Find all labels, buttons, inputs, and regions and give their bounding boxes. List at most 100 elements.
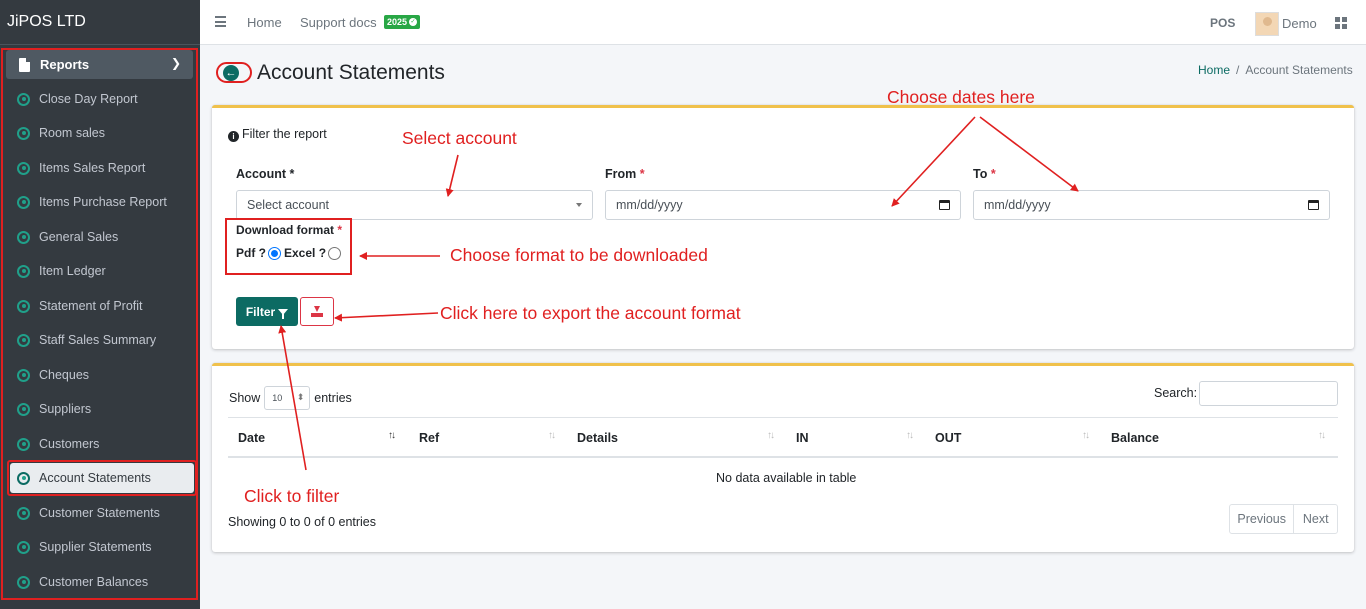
caret-down-icon [576, 203, 582, 207]
pdf-label: Pdf ? [236, 246, 266, 260]
account-select[interactable]: Select account [236, 190, 593, 220]
previous-page-button[interactable]: Previous [1230, 505, 1295, 533]
circle-icon [17, 368, 30, 382]
circle-icon [17, 540, 30, 554]
page-length-select[interactable]: 10 [264, 386, 311, 410]
sidebar-section-reports[interactable]: Reports ❯ [6, 50, 193, 79]
sidebar-item-suppliers[interactable]: Suppliers [17, 397, 197, 421]
sidebar-item-label: Item Ledger [39, 264, 106, 278]
column-header-ref[interactable]: Ref [419, 431, 439, 445]
circle-icon [17, 437, 30, 451]
calendar-icon[interactable] [1308, 200, 1319, 210]
year-badge: 2025 ✓ [384, 15, 421, 29]
sidebar-item-customer-balances[interactable]: Customer Balances [17, 570, 197, 594]
sidebar-item-label: Customer Statements [39, 506, 160, 520]
hamburger-menu-icon[interactable] [215, 16, 226, 27]
account-label: Account * [236, 167, 295, 181]
table-header-border-top [228, 417, 1338, 418]
sidebar-item-close-day-report[interactable]: Close Day Report [17, 87, 197, 111]
to-date-placeholder: mm/dd/yyyy [984, 198, 1051, 212]
sort-icon[interactable]: ↑↓ [548, 430, 556, 441]
column-header-date[interactable]: Date [238, 431, 265, 445]
sidebar-item-label: Cheques [39, 368, 90, 382]
topbar: Home Support docs 2025 ✓ POS Demo [200, 0, 1366, 45]
sidebar-item-staff-sales-summary[interactable]: Staff Sales Summary [17, 328, 197, 352]
sidebar-item-label: Items Sales Report [39, 161, 146, 175]
to-date-input[interactable]: mm/dd/yyyy [973, 190, 1330, 220]
breadcrumb-home-link[interactable]: Home [1198, 63, 1230, 77]
annotation-choose-format: Choose format to be downloaded [450, 245, 708, 265]
circle-icon [17, 126, 30, 140]
column-header-out[interactable]: OUT [935, 431, 961, 445]
circle-icon [17, 333, 30, 347]
apps-grid-icon[interactable] [1335, 17, 1347, 29]
sort-icon[interactable]: ↑↓ [1318, 430, 1326, 441]
pos-link[interactable]: POS [1210, 16, 1235, 30]
sidebar-item-items-purchase-report[interactable]: Items Purchase Report [17, 190, 197, 214]
pagination: Previous Next [1229, 504, 1338, 534]
filter-button[interactable]: Filter [236, 297, 298, 326]
circle-icon [17, 161, 30, 175]
filter-card [212, 105, 1354, 349]
next-page-button[interactable]: Next [1294, 505, 1337, 533]
sidebar-item-label: Suppliers [39, 402, 92, 416]
search-input[interactable] [1199, 381, 1338, 406]
annotation-choose-dates: Choose dates here [887, 87, 1035, 107]
column-header-details[interactable]: Details [577, 431, 618, 445]
export-button[interactable] [300, 297, 334, 326]
breadcrumb: Home / Account Statements [1198, 63, 1353, 77]
sidebar-item-cheques[interactable]: Cheques [17, 363, 197, 387]
sort-icon[interactable]: ↑↓ [1082, 430, 1090, 441]
from-label: From * [605, 167, 645, 181]
sidebar-item-room-sales[interactable]: Room sales [17, 121, 197, 145]
sidebar-item-label: Supplier Statements [39, 540, 152, 554]
column-header-in[interactable]: IN [796, 431, 809, 445]
circle-icon [17, 506, 30, 520]
calendar-icon[interactable] [939, 200, 950, 210]
empty-table-message: No data available in table [716, 471, 857, 485]
circle-icon [17, 92, 30, 106]
breadcrumb-separator: / [1236, 63, 1240, 77]
page-length-control: Show 10 entries [229, 386, 352, 410]
avatar[interactable] [1255, 12, 1279, 36]
sidebar-item-supplier-statements[interactable]: Supplier Statements [17, 535, 197, 559]
sidebar-item-items-sales-report[interactable]: Items Sales Report [17, 156, 197, 180]
sidebar-item-label: Close Day Report [39, 92, 138, 106]
brand-name[interactable]: JiPOS LTD [0, 0, 200, 45]
nav-home-link[interactable]: Home [247, 15, 282, 30]
circle-icon [17, 575, 30, 589]
filter-button-label: Filter [245, 304, 276, 319]
filter-icon [278, 308, 289, 319]
nav-support-docs-link[interactable]: Support docs [300, 15, 377, 30]
table-info: Showing 0 to 0 of 0 entries [228, 515, 377, 529]
pdf-radio[interactable] [268, 246, 281, 260]
download-icon [311, 306, 323, 317]
from-date-input[interactable]: mm/dd/yyyy [605, 190, 961, 220]
show-label: Show [229, 391, 261, 405]
excel-label: Excel ? [284, 246, 327, 260]
back-button[interactable]: ← [216, 62, 252, 83]
sidebar-item-customer-statements[interactable]: Customer Statements [17, 501, 197, 525]
year-badge-text: 2025 [387, 17, 408, 27]
sidebar-item-label: Customers [39, 437, 100, 451]
column-header-balance[interactable]: Balance [1111, 431, 1159, 445]
excel-radio[interactable] [328, 246, 342, 260]
breadcrumb-current: Account Statements [1245, 63, 1353, 77]
circle-icon [17, 402, 30, 416]
sort-asc-icon[interactable]: ↑↓ [388, 430, 396, 441]
check-circle-icon: ✓ [409, 18, 418, 26]
sidebar-item-item-ledger[interactable]: Item Ledger [17, 259, 197, 283]
sidebar-item-account-statements[interactable]: Account Statements [17, 466, 197, 490]
sidebar-item-label: Account Statements [39, 471, 151, 485]
sort-icon[interactable]: ↑↓ [767, 430, 775, 441]
sidebar-item-customers[interactable]: Customers [17, 432, 197, 456]
filter-title-text: Filter the report [242, 127, 327, 141]
sidebar-item-general-sales[interactable]: General Sales [17, 225, 197, 249]
user-name[interactable]: Demo [1282, 16, 1317, 31]
sidebar-item-label: General Sales [39, 230, 119, 244]
sort-icon[interactable]: ↑↓ [906, 430, 914, 441]
sidebar-item-label: Items Purchase Report [39, 195, 167, 209]
page-length-value: 10 [272, 393, 283, 403]
sidebar-item-statement-of-profit[interactable]: Statement of Profit [17, 294, 197, 318]
sidebar-item-label: Staff Sales Summary [39, 333, 157, 347]
